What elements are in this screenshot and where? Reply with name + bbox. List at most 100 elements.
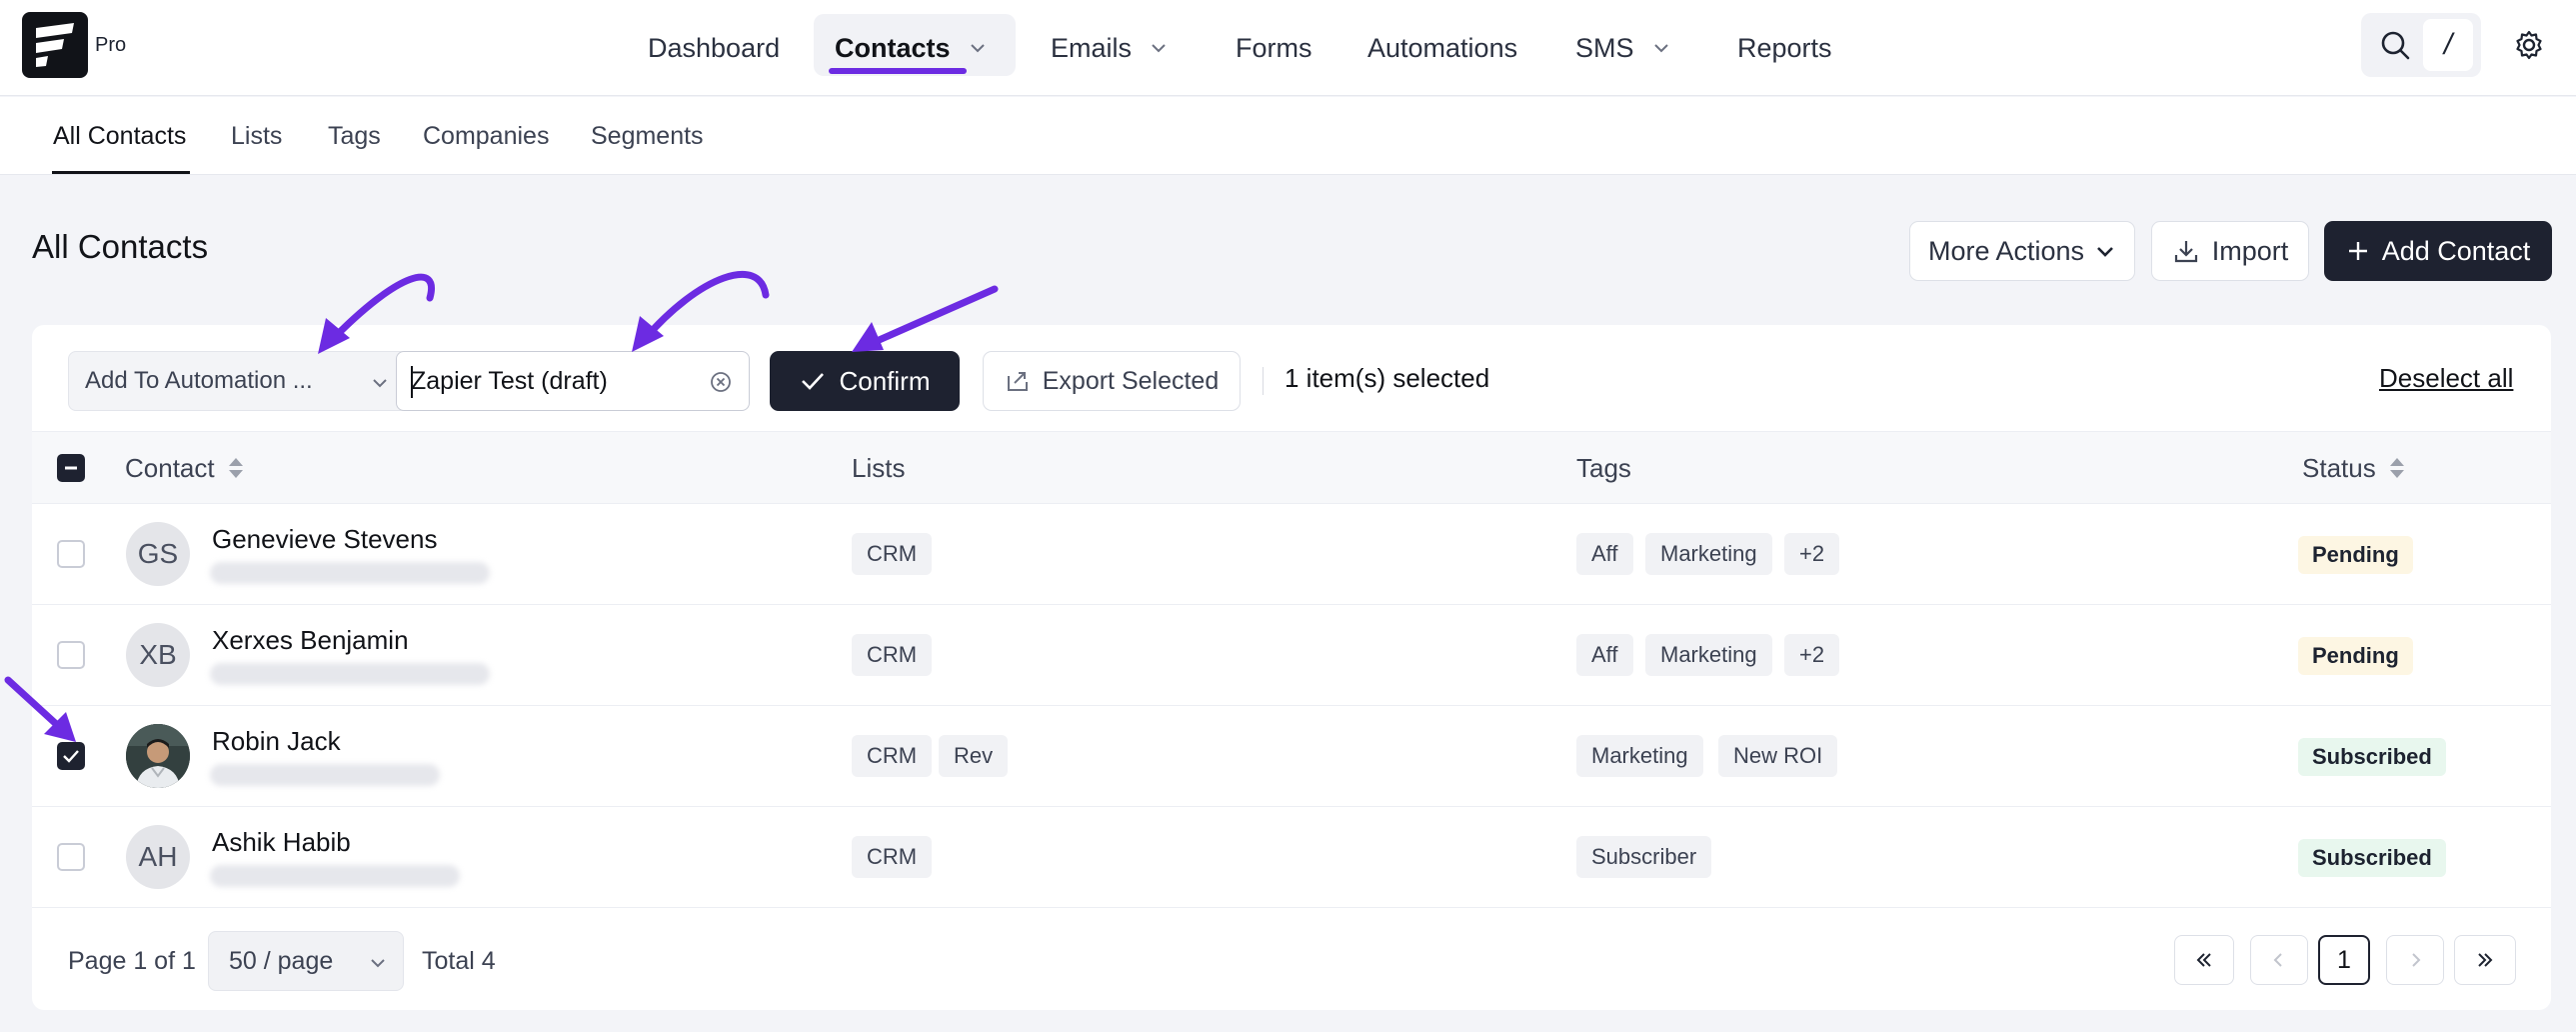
select-all-checkbox[interactable] xyxy=(57,454,85,482)
contact-name[interactable]: Genevieve Stevens xyxy=(212,524,437,555)
clear-circle-icon[interactable] xyxy=(709,370,733,394)
nav-automations[interactable]: Automations xyxy=(1367,0,1517,96)
contact-email-redacted xyxy=(210,865,460,887)
last-page-button[interactable] xyxy=(2454,935,2516,985)
text-caret xyxy=(411,366,413,398)
nav-sms[interactable]: SMS xyxy=(1575,0,1670,96)
subnav-companies-label: Companies xyxy=(423,121,550,150)
per-page-select[interactable]: 50 / page xyxy=(208,931,404,991)
bulk-actions-toolbar: Add To Automation ... Zapier Test (draft… xyxy=(32,325,2551,432)
status-badge: Pending xyxy=(2298,536,2413,574)
bulk-action-select[interactable]: Add To Automation ... xyxy=(68,351,408,411)
page-number-button[interactable]: 1 xyxy=(2318,935,2370,985)
contact-name[interactable]: Xerxes Benjamin xyxy=(212,625,409,656)
column-lists: Lists xyxy=(852,452,906,483)
table-row[interactable]: Robin Jack CRM Rev Marketing New ROI Sub… xyxy=(32,706,2551,807)
nav-dashboard[interactable]: Dashboard xyxy=(648,0,780,96)
settings-button[interactable] xyxy=(2509,25,2549,65)
more-actions-label: More Actions xyxy=(1927,235,2085,266)
add-contact-label: Add Contact xyxy=(2381,235,2531,266)
page-info: Page 1 of 1 xyxy=(68,947,196,975)
logo-mark-icon xyxy=(36,23,74,67)
search-icon xyxy=(2381,31,2410,60)
list-pill: CRM xyxy=(852,634,933,676)
sort-icon xyxy=(228,458,243,478)
nav-forms[interactable]: Forms xyxy=(1236,0,1312,96)
add-contact-button[interactable]: Add Contact xyxy=(2324,221,2552,281)
app-logo[interactable] xyxy=(22,12,88,78)
minus-icon xyxy=(65,466,77,470)
contact-name[interactable]: Ashik Habib xyxy=(212,827,351,858)
search-button[interactable] xyxy=(2375,25,2415,65)
automation-select-input[interactable]: Zapier Test (draft) xyxy=(396,351,750,411)
tag-more-pill[interactable]: +2 xyxy=(1784,634,1840,676)
subnav-all-contacts[interactable]: All Contacts xyxy=(53,97,186,175)
row-checkbox[interactable] xyxy=(57,742,85,770)
first-page-button[interactable] xyxy=(2174,935,2234,985)
plus-icon xyxy=(2348,242,2367,260)
tag-pill: Marketing xyxy=(1576,735,1703,777)
column-status-label: Status xyxy=(2302,452,2376,483)
check-icon xyxy=(63,750,79,763)
column-status[interactable]: Status xyxy=(2302,432,2406,504)
nav-contacts-label: Contacts xyxy=(835,32,951,63)
contact-email-redacted xyxy=(210,562,490,584)
row-checkbox[interactable] xyxy=(57,641,85,669)
subnav-tags[interactable]: Tags xyxy=(328,97,381,175)
download-icon xyxy=(2174,241,2197,263)
column-contact-label: Contact xyxy=(125,452,215,483)
contact-email-redacted xyxy=(210,663,490,685)
contact-name[interactable]: Robin Jack xyxy=(212,726,341,757)
tag-pill: Marketing xyxy=(1645,533,1772,575)
table-footer: Page 1 of 1 50 / page Total 4 1 xyxy=(32,911,2551,1010)
prev-page-button[interactable] xyxy=(2250,935,2308,985)
bulk-action-value: Add To Automation ... xyxy=(85,367,313,394)
confirm-label: Confirm xyxy=(839,365,931,396)
selected-count: 1 item(s) selected xyxy=(1285,363,1490,393)
more-actions-button[interactable]: More Actions xyxy=(1909,221,2135,281)
nav-emails-label: Emails xyxy=(1051,32,1133,63)
subnav-tags-label: Tags xyxy=(328,121,381,150)
avatar: AH xyxy=(126,825,190,889)
subnav-all-contacts-label: All Contacts xyxy=(53,121,187,150)
tag-more-pill[interactable]: +2 xyxy=(1784,533,1840,575)
table-row[interactable]: XB Xerxes Benjamin CRM Aff Marketing +2 … xyxy=(32,605,2551,706)
subnav-companies[interactable]: Companies xyxy=(423,97,549,175)
list-pill: CRM xyxy=(852,836,933,878)
next-page-button[interactable] xyxy=(2386,935,2444,985)
tag-pill: Aff xyxy=(1576,533,1633,575)
subnav-lists[interactable]: Lists xyxy=(231,97,282,175)
import-button[interactable]: Import xyxy=(2151,221,2309,281)
tag-pill: Aff xyxy=(1576,634,1633,676)
search-shortcut-key[interactable]: / xyxy=(2423,19,2473,71)
nav-reports-label: Reports xyxy=(1737,32,1832,63)
nav-contacts[interactable]: Contacts xyxy=(835,0,987,96)
contact-email-redacted xyxy=(210,764,440,786)
check-icon xyxy=(802,373,825,390)
status-badge: Pending xyxy=(2298,637,2413,675)
deselect-all-link[interactable]: Deselect all xyxy=(2379,363,2513,394)
export-selected-label: Export Selected xyxy=(1042,366,1220,395)
export-selected-button[interactable]: Export Selected xyxy=(983,351,1241,411)
double-chevron-right-icon xyxy=(2478,953,2493,967)
nav-reports[interactable]: Reports xyxy=(1737,0,1832,96)
tag-pill: Subscriber xyxy=(1576,836,1712,878)
subnav-segments-label: Segments xyxy=(591,121,704,150)
column-contact[interactable]: Contact xyxy=(125,432,245,504)
tag-pill: Marketing xyxy=(1645,634,1772,676)
contacts-card: Add To Automation ... Zapier Test (draft… xyxy=(32,325,2551,1010)
chevron-right-icon xyxy=(2412,953,2421,967)
total-count: Total 4 xyxy=(422,947,496,975)
subnav-active-indicator xyxy=(52,171,190,174)
avatar: XB xyxy=(126,623,190,687)
table-row[interactable]: AH Ashik Habib CRM Subscriber Subscribed xyxy=(32,807,2551,908)
nav-dashboard-label: Dashboard xyxy=(648,32,781,63)
subnav-segments[interactable]: Segments xyxy=(591,97,704,175)
table-row[interactable]: GS Genevieve Stevens CRM Aff Marketing +… xyxy=(32,504,2551,605)
confirm-button[interactable]: Confirm xyxy=(770,351,960,411)
chevron-left-icon xyxy=(2273,953,2282,967)
row-checkbox[interactable] xyxy=(57,843,85,871)
avatar-photo xyxy=(126,724,190,788)
nav-emails[interactable]: Emails xyxy=(1051,0,1168,96)
row-checkbox[interactable] xyxy=(57,540,85,568)
